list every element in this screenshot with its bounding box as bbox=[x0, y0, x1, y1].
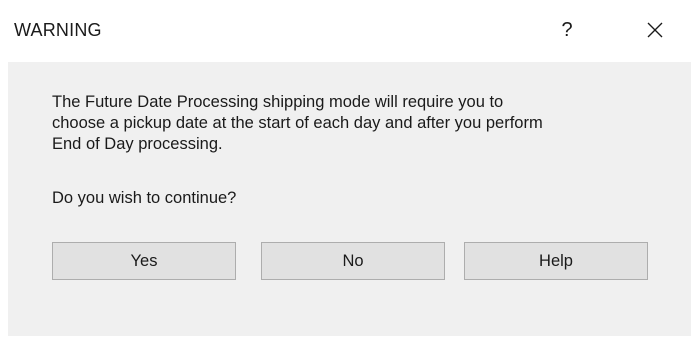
message-line: The Future Date Processing shipping mode… bbox=[52, 93, 504, 111]
warning-dialog: WARNING ? The Future Date Processing shi… bbox=[0, 0, 699, 339]
title-bar: WARNING ? bbox=[0, 0, 699, 62]
question-mark-icon: ? bbox=[561, 18, 573, 41]
warning-message: The Future Date Processing shipping mode… bbox=[52, 92, 672, 155]
confirm-question: Do you wish to continue? bbox=[52, 189, 237, 207]
message-line: End of Day processing. bbox=[52, 135, 223, 153]
message-line: choose a pickup date at the start of eac… bbox=[52, 114, 543, 132]
dialog-body: The Future Date Processing shipping mode… bbox=[8, 62, 691, 336]
help-button[interactable]: Help bbox=[464, 242, 648, 280]
close-button[interactable] bbox=[633, 8, 677, 52]
help-title-button[interactable]: ? bbox=[545, 8, 589, 52]
close-icon bbox=[647, 22, 663, 38]
dialog-title: WARNING bbox=[14, 20, 102, 40]
no-button[interactable]: No bbox=[261, 242, 445, 280]
yes-button[interactable]: Yes bbox=[52, 242, 236, 280]
